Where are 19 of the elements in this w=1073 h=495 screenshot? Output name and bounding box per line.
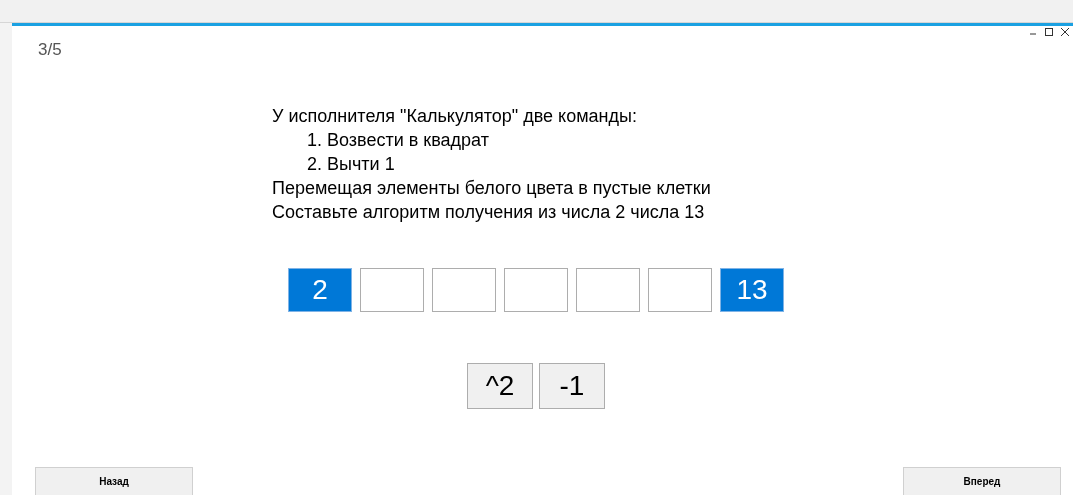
empty-cell[interactable]	[432, 268, 496, 312]
task-text: Составьте алгоритм получения из числа 2 числа 13	[272, 202, 705, 222]
task-text: Перемещая элементы белого цвета в пустые клетки	[272, 178, 711, 198]
command-button[interactable]: ^2	[467, 363, 533, 409]
maximize-icon[interactable]	[1045, 28, 1053, 36]
command-item: 1. Возвести в квадрат	[307, 130, 489, 150]
task-text: У исполнителя "Калькулятор" две команды:	[272, 106, 637, 126]
empty-cell[interactable]	[648, 268, 712, 312]
next-button[interactable]: Вперед	[903, 467, 1061, 495]
empty-cell[interactable]	[576, 268, 640, 312]
command-button[interactable]: -1	[539, 363, 605, 409]
command-item: 2. Вычти 1	[307, 154, 395, 174]
number-cell[interactable]: 13	[720, 268, 784, 312]
empty-cell[interactable]	[360, 268, 424, 312]
back-button[interactable]: Назад	[35, 467, 193, 495]
number-cell[interactable]: 2	[288, 268, 352, 312]
close-icon[interactable]	[1061, 28, 1069, 36]
question-counter: 3/5	[38, 40, 63, 60]
empty-cell[interactable]	[504, 268, 568, 312]
